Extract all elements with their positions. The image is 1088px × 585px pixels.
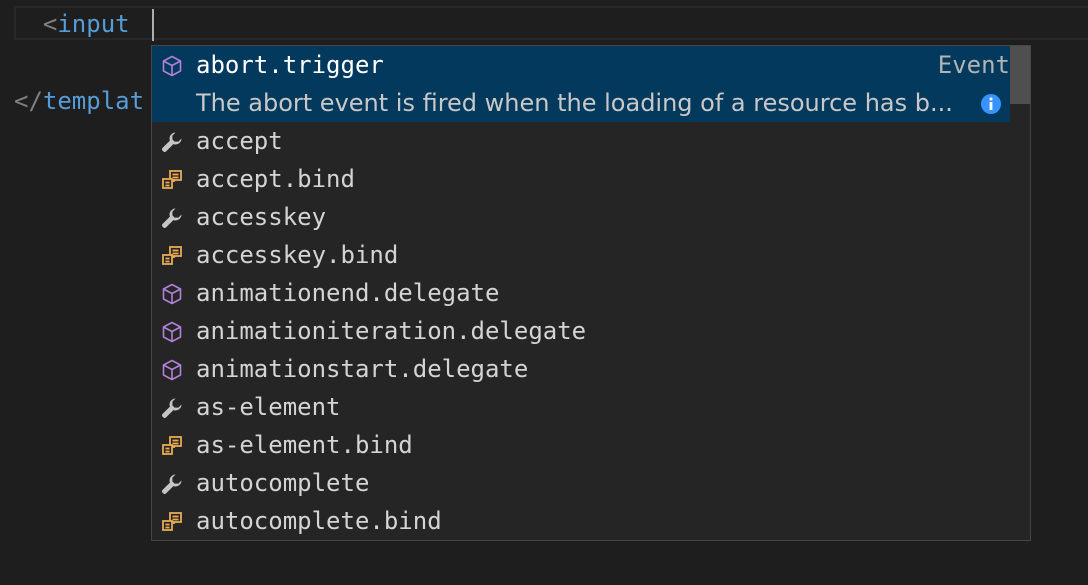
suggestion-detail: The abort event is fired when the loadin…: [196, 89, 953, 117]
event-cube-icon: [162, 321, 182, 343]
suggestion-item[interactable]: animationstart.delegate: [152, 350, 1010, 388]
suggestion-item-selected[interactable]: abort.trigger Event The abort event is f…: [152, 46, 1010, 122]
suggestion-item[interactable]: autocomplete.bind: [152, 502, 1010, 540]
event-cube-icon: [162, 283, 182, 305]
binding-icon: [162, 170, 182, 189]
binding-icon: [162, 436, 182, 455]
suggestion-item[interactable]: accesskey.bind: [152, 236, 1010, 274]
code-line-template-close[interactable]: </templat: [14, 82, 144, 120]
text-cursor: [152, 9, 154, 41]
tag-name-template: templat: [42, 87, 145, 115]
suggestion-type-label: Event: [937, 51, 1010, 79]
suggestion-item[interactable]: accesskey: [152, 198, 1010, 236]
tag-name-input: input: [57, 10, 130, 38]
binding-icon: [162, 246, 182, 265]
suggestion-item[interactable]: animationend.delegate: [152, 274, 1010, 312]
suggestion-label: animationiteration.delegate: [196, 317, 587, 345]
scrollbar-thumb[interactable]: [1010, 46, 1030, 104]
suggestion-label: accept: [196, 127, 283, 155]
wrench-icon: [162, 208, 182, 228]
suggestion-item[interactable]: accept: [152, 122, 1010, 160]
suggestion-label: as-element.bind: [196, 431, 413, 459]
suggestion-label: autocomplete.bind: [196, 507, 442, 535]
suggestion-label: accesskey: [196, 203, 327, 231]
info-icon[interactable]: [980, 93, 1002, 115]
current-line-highlight: [14, 6, 1088, 40]
suggestion-item[interactable]: accept.bind: [152, 160, 1010, 198]
suggestion-scrollbar[interactable]: [1010, 46, 1030, 540]
wrench-icon: [162, 474, 182, 494]
suggestion-item[interactable]: animationiteration.delegate: [152, 312, 1010, 350]
suggestion-widget[interactable]: abort.trigger Event The abort event is f…: [151, 45, 1031, 541]
suggestion-label: animationend.delegate: [196, 279, 500, 307]
tag-open-bracket: <: [42, 10, 58, 38]
suggestion-label: accesskey.bind: [196, 241, 399, 269]
suggestion-label: as-element: [196, 393, 341, 421]
suggestion-item[interactable]: autocomplete: [152, 464, 1010, 502]
binding-icon: [162, 512, 182, 531]
event-cube-icon: [162, 359, 182, 381]
wrench-icon: [162, 132, 182, 152]
suggestion-item[interactable]: as-element: [152, 388, 1010, 426]
suggestion-label: accept.bind: [196, 165, 355, 193]
suggestion-label: animationstart.delegate: [196, 355, 529, 383]
suggestion-label: autocomplete: [196, 469, 370, 497]
event-cube-icon: [162, 55, 182, 77]
suggestion-item[interactable]: as-element.bind: [152, 426, 1010, 464]
tag-close-bracket: </: [14, 87, 43, 115]
wrench-icon: [162, 398, 182, 418]
suggestion-label: abort.trigger: [196, 51, 384, 79]
code-line-input[interactable]: <input: [14, 5, 130, 43]
